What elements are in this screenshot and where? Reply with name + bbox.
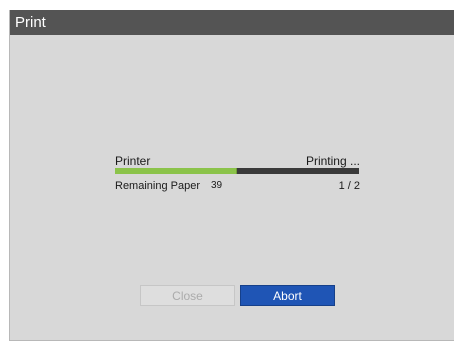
paper-info-row: Remaining Paper 39 1 / 2 (115, 180, 360, 194)
print-dialog: Print Printer Printing ... Remaining Pap… (9, 10, 454, 341)
page-counter: 1 / 2 (338, 180, 360, 192)
printer-label: Printer (115, 154, 151, 168)
dialog-title: Print (15, 14, 46, 31)
abort-button[interactable]: Abort (240, 285, 335, 306)
title-bar: Print (10, 10, 454, 35)
printer-status-row: Printer Printing ... (115, 154, 360, 168)
remaining-paper-label: Remaining Paper (115, 180, 200, 192)
print-progress-bar (115, 168, 359, 174)
close-button[interactable]: Close (140, 285, 235, 306)
remaining-paper-count: 39 (211, 180, 223, 191)
print-progress-fill (115, 168, 237, 174)
print-status-text: Printing ... (305, 154, 360, 168)
